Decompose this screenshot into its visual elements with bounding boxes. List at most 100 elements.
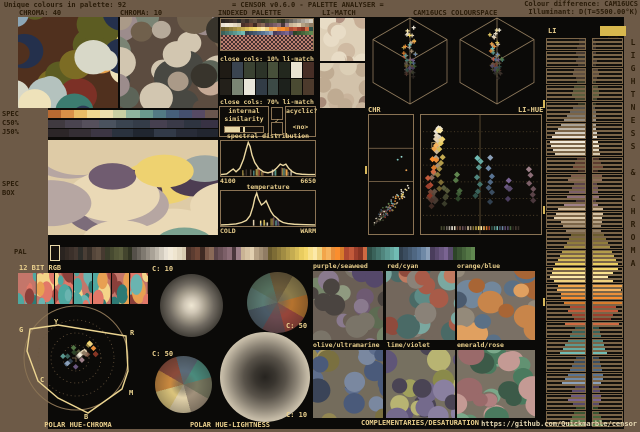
thumb-image [130,273,149,304]
gold-tick [543,100,545,108]
chroma40-image [18,17,118,108]
close-col-swatch[interactable] [255,62,267,78]
similarity-checkbox[interactable]: ✓ [271,107,283,125]
temperature-x-min: COLD [220,227,236,235]
close-col-swatch[interactable] [303,79,314,95]
strip-segment [133,120,150,128]
vertical-letter: I [630,51,636,60]
strip-segment [111,129,133,137]
thumb-image [36,273,55,304]
polar-li-circle-c10-b [220,332,310,422]
close-col-swatch[interactable] [220,79,231,95]
chroma10-header: CHROMA: 10 [120,9,163,17]
comp-panel-lime-violet [386,350,455,418]
close-col-swatch[interactable] [255,79,267,95]
comp-label-orange-blue: orange/blue [457,262,501,270]
comp-panel-red-cyan [386,271,455,340]
comp-panel-olive-ultramarine [313,350,383,418]
comp-label-emerald-rose: emerald/rose [457,341,504,349]
indexed-palette-panel [220,18,314,51]
pal-strip[interactable] [60,247,476,260]
vertical-letter: S [630,129,636,138]
strip-segment [191,110,205,118]
gold-tick [543,298,545,306]
close-col-swatch[interactable] [243,79,255,95]
close-col-swatch[interactable] [279,62,291,78]
close-col-swatch[interactable] [243,62,255,78]
twelve-bit-thumbs [18,273,149,304]
strip-segment [48,120,65,128]
vertical-letter: S [630,142,636,151]
comp-panel-orange-blue [457,271,535,340]
indexed-palette-header: INDEXED PALETTE [218,9,282,17]
indexed-palette-dither [221,35,313,50]
close-cols-70-label: close cols: 70% li-match [220,98,314,106]
vertical-letter: C [630,194,636,203]
close-cols-row-1[interactable] [220,62,314,78]
strip-segment [139,110,153,118]
pal-label: PAL [14,248,27,256]
close-col-swatch[interactable] [291,62,303,78]
strip-segment [175,129,197,137]
strip-segment [90,129,112,137]
chroma40-header: CHROMA: 40 [19,9,62,17]
vertical-letter: R [630,220,636,229]
temperature-x-max: WARM [300,227,316,235]
pal-strip-swatch[interactable] [470,247,476,260]
li-hue-label: LI-HUE [518,106,544,114]
vertical-letter: H [630,77,636,86]
strip-segment [116,120,133,128]
li-match-header: LI-MATCH [322,9,356,17]
j50-strip-label: J50% [2,128,19,136]
close-col-swatch[interactable] [220,62,231,78]
close-cols-row-2[interactable] [220,79,314,95]
close-col-swatch[interactable] [267,62,279,78]
vertical-letter: O [630,233,636,242]
close-col-swatch[interactable] [303,62,314,78]
pal-input[interactable] [50,245,60,261]
hue-vertex-label: B [84,413,88,419]
cam16ucs-cube-plots [365,16,545,108]
acyclic-value-button[interactable]: <no> [286,123,315,131]
comp-label-lime-violet: lime/violet [387,341,431,349]
li-match-preview-bottom [320,63,365,108]
chr-panel-label: CHR [368,106,381,114]
li-column-label: LI [548,27,557,35]
hue-vertex-label: R [130,329,135,337]
colour-difference-label: Colour difference: CAM16UCS [524,0,638,8]
c50-strip-label: C50% [2,119,19,127]
chr-column-chip[interactable]: CHR [600,26,626,43]
strip-segment [150,120,167,128]
close-col-swatch[interactable] [279,79,291,95]
close-col-swatch[interactable] [231,79,243,95]
li-hue-scatter [420,114,542,235]
li-match-preview-top [320,18,365,61]
strip-segment [196,129,218,137]
vertical-letter: M [630,246,636,255]
polar-li-circle-c50-b [155,356,212,413]
close-col-swatch[interactable] [231,62,243,78]
thumb-image [55,273,74,304]
comp-label-olive-ultramarine: olive/ultramarine [313,341,380,349]
spec-box-label-2: BOX [2,189,15,197]
strip-segment [65,120,82,128]
j50-strip [48,129,218,137]
strip-segment [48,129,70,137]
strip-segment [69,129,91,137]
spectral-distribution-chart [220,140,316,177]
comp-label-purple-seaweed: purple/seaweed [313,262,368,270]
github-url[interactable]: https://github.com/Quickmarble/censor [481,420,637,428]
close-col-swatch[interactable] [267,79,279,95]
chroma10-image [120,17,218,108]
palette-swatch[interactable] [309,31,313,35]
vertical-letter: A [630,259,636,268]
gold-tick [543,206,545,214]
vertical-letter [627,181,639,194]
comp-label-red-cyan: red/cyan [387,262,419,270]
strip-segment [154,129,176,137]
close-col-swatch[interactable] [291,79,303,95]
strip-segment [99,120,116,128]
polar-hue-chroma-label: POLAR HUE-CHROMA [44,421,112,429]
temperature-chart [220,190,316,227]
indexed-palette-grid[interactable] [221,19,313,35]
